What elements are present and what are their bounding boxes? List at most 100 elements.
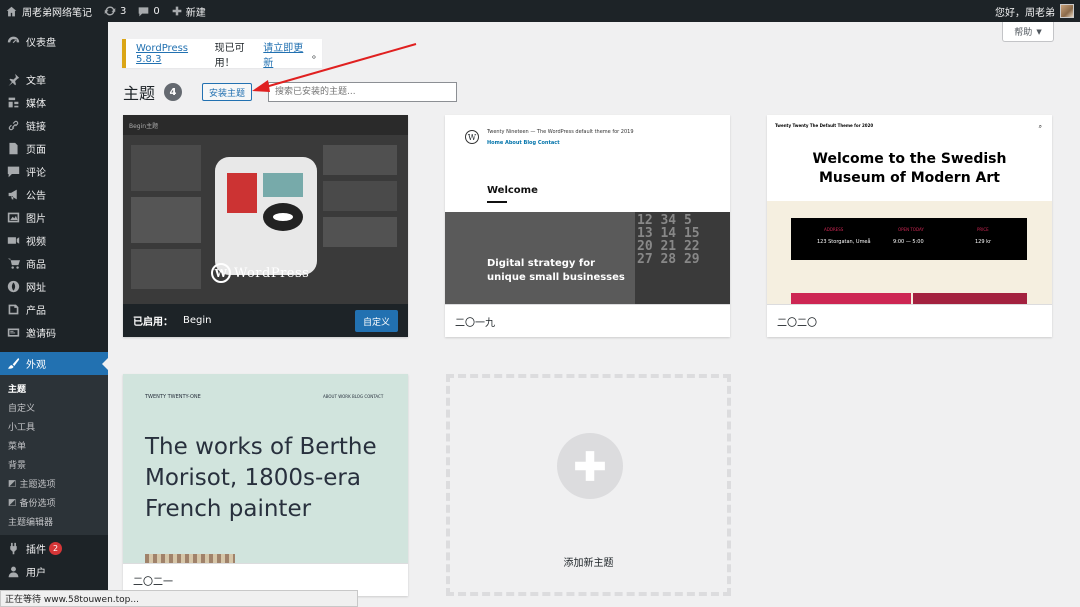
add-new-theme-card[interactable]: 添加新主题 (446, 374, 731, 596)
menu-item-label: 链接 (26, 122, 46, 133)
submenu-widgets-label: 小工具 (8, 423, 36, 433)
t20-title: Welcome to the Swedish Museum of Modern … (767, 150, 1052, 188)
theme-card-twentytwentyone[interactable]: TWENTY TWENTY-ONE ABOUT WORK BLOG CONTAC… (123, 374, 408, 596)
comment-icon (138, 6, 149, 17)
image-icon (6, 211, 20, 225)
menu-item-label: 邀请码 (26, 329, 56, 340)
menu-item-6[interactable]: 公告 (0, 183, 108, 206)
dashboard-icon (6, 35, 20, 49)
submenu-customize-label: 自定义 (8, 404, 36, 414)
wordpress-version-link[interactable]: WordPress 5.8.3 (136, 43, 215, 65)
menu-plugins[interactable]: 插件 2 (0, 537, 108, 560)
add-new-theme-label: 添加新主题 (563, 558, 614, 569)
theme-count-badge: 4 (164, 83, 183, 101)
t20-header-text: Twenty Twenty The Default Theme for 2020 (775, 123, 874, 128)
submenu-customize[interactable]: 自定义 (0, 398, 108, 417)
product-icon (6, 303, 20, 317)
code-icon (6, 326, 20, 340)
submenu-theme-editor-label: 主题编辑器 (8, 518, 54, 528)
submenu-background-label: 背景 (8, 461, 27, 471)
theme-name-bar-begin: 已启用： Begin 自定义 (123, 304, 408, 337)
t20-search-icon: ⌕ (1038, 123, 1042, 130)
update-now-link[interactable]: 请立即更新 (263, 39, 312, 69)
theme-search-input[interactable] (268, 82, 458, 102)
menu-item-3[interactable]: 链接 (0, 114, 108, 137)
customize-button[interactable]: 自定义 (354, 310, 398, 332)
menu-item-label: 视频 (26, 237, 46, 248)
link-icon (6, 119, 20, 133)
menu-item-11[interactable]: 产品 (0, 298, 108, 321)
menu-item-9[interactable]: 商品 (0, 252, 108, 275)
help-label: 帮助 (1014, 28, 1033, 38)
menu-item-5[interactable]: 评论 (0, 160, 108, 183)
t19-nav: Home About Blog Contact (487, 140, 560, 146)
t21-hero-text: The works of Berthe Morisot, 1800s-era F… (145, 432, 377, 525)
theme-name-twentytwentyone: 二〇二一 (133, 576, 173, 588)
wordpress-logo-icon: W (211, 263, 231, 283)
my-account[interactable]: 您好，周老弟 (995, 4, 1080, 19)
theme-card-twentynineteen[interactable]: W Twenty Nineteen — The WordPress defaul… (445, 115, 730, 337)
theme-screenshot-twentytwenty: Twenty Twenty The Default Theme for 2020… (767, 115, 1052, 304)
t21-site-title: TWENTY TWENTY-ONE (145, 394, 201, 400)
comments-count: 0 (153, 5, 160, 17)
submenu-backup-options-label: 备份选项 (19, 499, 56, 509)
install-theme-button[interactable]: 安装主题 (202, 83, 253, 101)
updates-link[interactable]: 3 (98, 0, 132, 22)
begin-top-bar: Begin主题 (123, 115, 408, 135)
theme-card-twentytwenty[interactable]: Twenty Twenty The Default Theme for 2020… (767, 115, 1052, 337)
wordpress-logo-text: WordPress (234, 265, 310, 281)
theme-card-begin[interactable]: Begin主题 W WordPress 已启用： Begin 自定义 (123, 115, 408, 337)
menu-item-label: 评论 (26, 168, 46, 179)
notice-text: 现已可用！ (214, 42, 245, 69)
submenu-theme-options[interactable]: ◩ 主题选项 (0, 474, 108, 493)
menu-item-8[interactable]: 视频 (0, 229, 108, 252)
themes-header: 主题 4 安装主题 (123, 82, 458, 103)
paintbrush-icon (6, 357, 20, 371)
menu-item-4[interactable]: 页面 (0, 137, 108, 160)
submenu-background[interactable]: 背景 (0, 455, 108, 474)
menu-appearance[interactable]: 外观 (0, 352, 108, 375)
submenu-menus-label: 菜单 (8, 442, 27, 452)
t19-strategy-text: Digital strategy for unique small busine… (487, 257, 625, 285)
submenu-menus[interactable]: 菜单 (0, 436, 108, 455)
t19-strategy-line1: Digital strategy for (487, 258, 596, 269)
menu-item-7[interactable]: 图片 (0, 206, 108, 229)
cart-icon (6, 257, 20, 271)
help-button[interactable]: 帮助 ▼ (1002, 22, 1054, 42)
menu-item-10[interactable]: 网址 (0, 275, 108, 298)
plugins-update-badge: 2 (49, 542, 62, 555)
menu-item-label: 图片 (26, 214, 46, 225)
t20-val-address: 123 Storgatan, Umeå (817, 239, 871, 245)
appearance-submenu: 主题 自定义 小工具 菜单 背景 ◩ 主题选项 ◩ 备份选项 主题编辑器 (0, 375, 108, 535)
menu-item-0[interactable]: 仪表盘 (0, 30, 108, 53)
menu-users-label: 用户 (26, 568, 46, 579)
menu-users[interactable]: 用户 (0, 560, 108, 583)
menu-plugins-label: 插件 (26, 545, 46, 556)
new-label: 新建 (185, 7, 206, 19)
menu-appearance-label: 外观 (26, 360, 46, 371)
t19-welcome: Welcome (487, 185, 538, 196)
theme-name-bar-twentynineteen: 二〇一九 (445, 304, 730, 337)
submenu-widgets[interactable]: 小工具 (0, 417, 108, 436)
site-name-link[interactable]: 周老弟网络笔记 (0, 0, 98, 22)
menu-item-2[interactable]: 媒体 (0, 91, 108, 114)
globe-icon (6, 280, 20, 294)
menu-item-1[interactable]: 文章 (0, 68, 108, 91)
comments-link[interactable]: 0 (132, 0, 165, 22)
new-content-link[interactable]: 新建 (166, 0, 212, 22)
begin-top-text: Begin主题 (129, 122, 159, 130)
t21-line1: The works of Berthe (145, 434, 377, 460)
submenu-theme-editor[interactable]: 主题编辑器 (0, 512, 108, 531)
updates-count: 3 (120, 5, 127, 17)
submenu-backup-options[interactable]: ◩ 备份选项 (0, 493, 108, 512)
menu-item-label: 文章 (26, 76, 46, 87)
menu-item-label: 仪表盘 (26, 38, 56, 49)
caret-down-icon: ▼ (1036, 27, 1042, 36)
notice-end: 。 (312, 50, 323, 61)
comment-icon (6, 165, 20, 179)
submenu-themes-label: 主题 (8, 385, 27, 395)
submenu-themes[interactable]: 主题 (0, 379, 108, 398)
greeting: 您好，周老弟 (995, 7, 1055, 19)
menu-item-12[interactable]: 邀请码 (0, 321, 108, 344)
theme-name-twentynineteen: 二〇一九 (455, 317, 495, 329)
